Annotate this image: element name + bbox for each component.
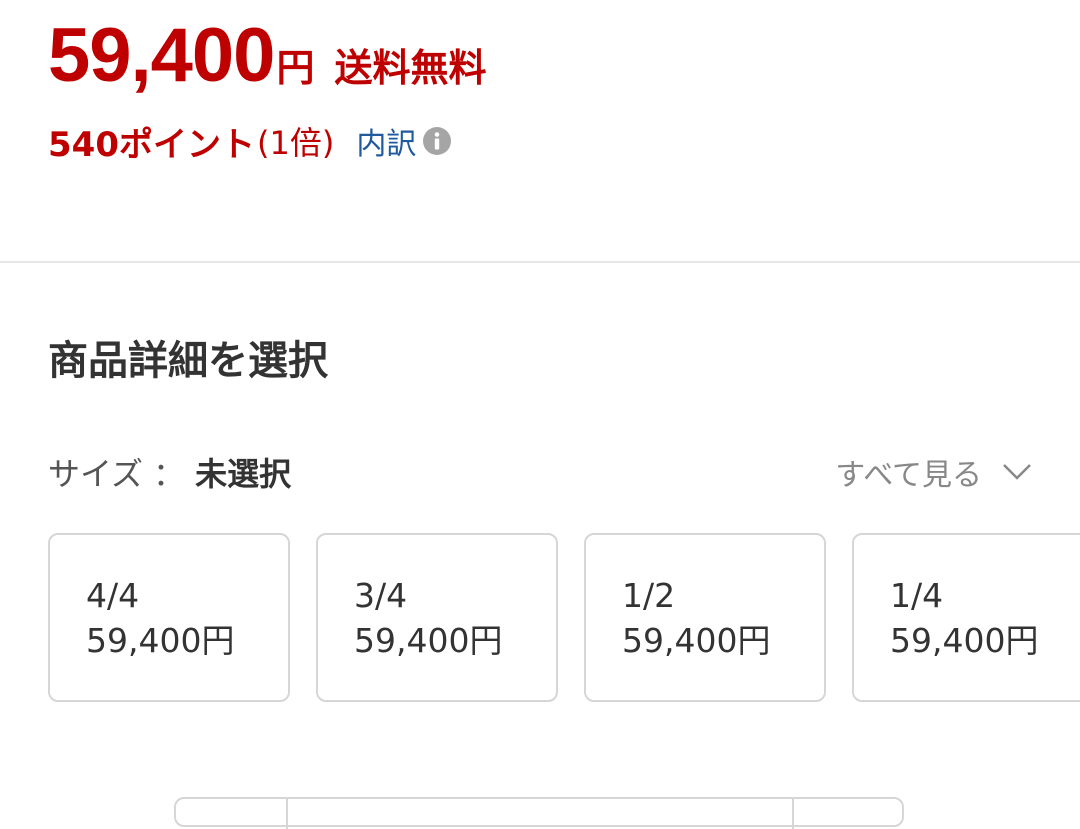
size-options: 4/4 59,400円 3/4 59,400円 1/2 59,400円 1/4 … xyxy=(48,533,1080,702)
section-title: 商品詳細を選択 xyxy=(48,338,328,384)
chevron-down-icon[interactable] xyxy=(1002,463,1032,481)
price-row: 59,400 円 送料無料 xyxy=(48,8,486,104)
quantity-divider-left xyxy=(286,799,288,829)
size-option-1-2[interactable]: 1/2 59,400円 xyxy=(584,533,826,702)
info-circle-icon[interactable] xyxy=(422,126,452,156)
size-label: サイズ xyxy=(48,455,144,493)
points-rate: (1倍) xyxy=(256,124,335,162)
quantity-divider-right xyxy=(792,799,794,829)
size-option-price: 59,400円 xyxy=(86,621,235,660)
size-option-size: 1/4 xyxy=(890,576,944,615)
points-amount: 540ポイント xyxy=(48,124,255,165)
size-option-4-4[interactable]: 4/4 59,400円 xyxy=(48,533,290,702)
see-all-label[interactable]: すべて見る xyxy=(835,450,982,494)
size-option-size: 3/4 xyxy=(354,576,408,615)
points-row: 540ポイント (1倍) 内訳 xyxy=(48,114,452,168)
section-divider xyxy=(0,261,1080,263)
see-all-button[interactable]: すべて見る xyxy=(835,450,1032,494)
size-option-price: 59,400円 xyxy=(890,621,1039,660)
size-option-size: 4/4 xyxy=(86,576,140,615)
size-selected-value: 未選択 xyxy=(195,455,292,493)
size-option-price: 59,400円 xyxy=(622,621,771,660)
points-breakdown-link[interactable]: 内訳 xyxy=(356,119,416,163)
size-option-size: 1/2 xyxy=(622,576,676,615)
price-amount: 59,400 xyxy=(48,13,275,98)
size-option-1-4[interactable]: 1/4 59,400円 xyxy=(852,533,1080,702)
size-selector-header: サイズ：未選択 すべて見る xyxy=(48,448,1032,496)
size-label-colon: ： xyxy=(153,455,186,493)
quantity-selector[interactable] xyxy=(174,797,904,829)
size-option-price: 59,400円 xyxy=(354,621,503,660)
size-label-group: サイズ：未選択 xyxy=(48,449,291,495)
price-currency: 円 xyxy=(276,46,315,90)
free-shipping-label: 送料無料 xyxy=(334,46,487,90)
size-option-3-4[interactable]: 3/4 59,400円 xyxy=(316,533,558,702)
